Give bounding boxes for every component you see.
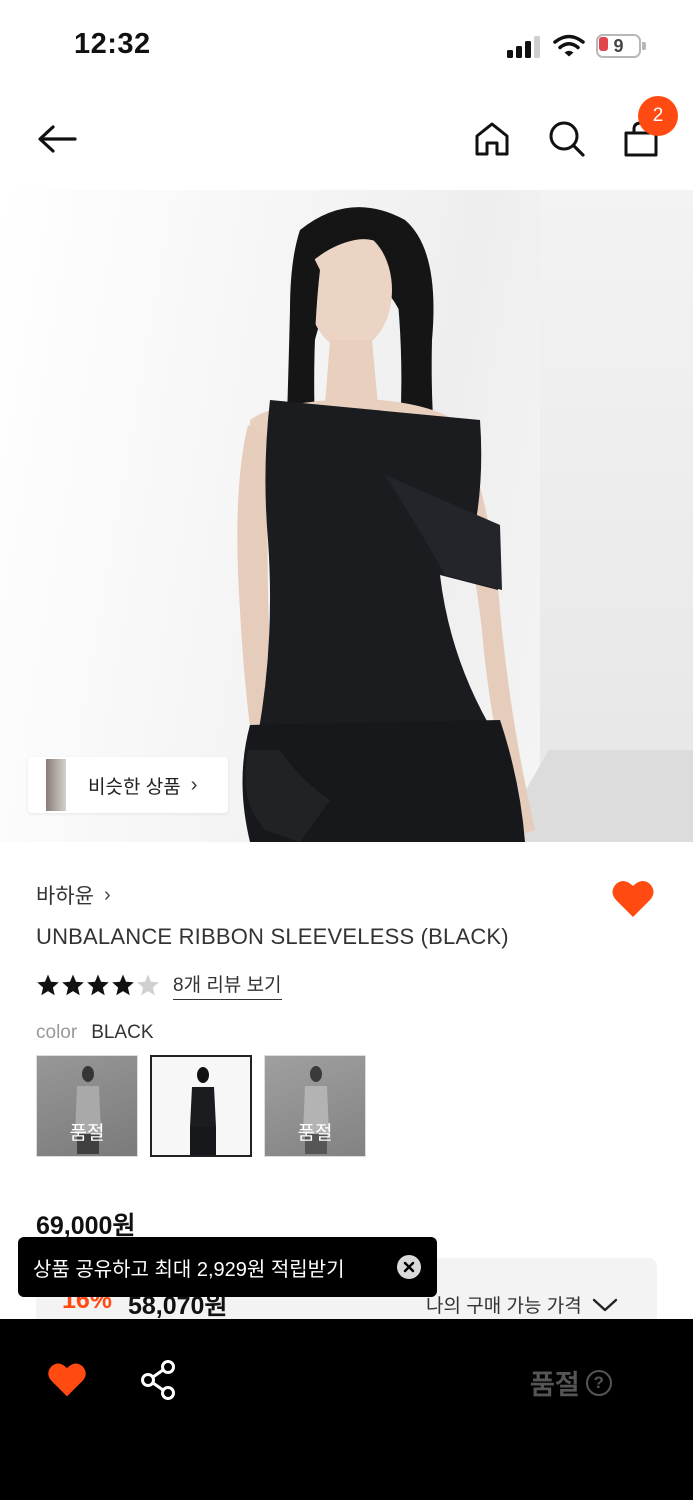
- star-filled-icon: [37, 974, 59, 996]
- color-swatches: 품절 품절: [36, 1055, 366, 1157]
- bottom-action-bar: 품절 ?: [0, 1319, 693, 1500]
- star-filled-icon: [87, 974, 109, 996]
- chevron-right-icon: ›: [190, 773, 198, 796]
- star-filled-icon: [62, 974, 84, 996]
- star-filled-icon: [112, 974, 134, 996]
- share-reward-toast: 상품 공유하고 최대 2,929원 적립받기: [18, 1237, 437, 1297]
- toast-close-button[interactable]: [397, 1255, 421, 1279]
- product-name: UNBALANCE RIBBON SLEEVELESS (BLACK): [36, 924, 509, 949]
- close-icon: [403, 1261, 415, 1273]
- search-icon: [549, 121, 585, 157]
- share-icon: [141, 1360, 175, 1400]
- heart-icon: [612, 880, 654, 917]
- star-empty-icon: [137, 974, 159, 996]
- soldout-label: 품절: [297, 1123, 333, 1144]
- similar-products-button[interactable]: 비슷한 상품 ›: [28, 757, 228, 813]
- heart-icon: [48, 1363, 86, 1397]
- color-value: BLACK: [91, 1022, 154, 1043]
- soldout-button[interactable]: 품절 ?: [530, 1363, 612, 1402]
- status-bar: 12:32 9: [0, 0, 693, 90]
- wishlist-button[interactable]: [610, 876, 656, 922]
- color-swatch[interactable]: 품절: [36, 1055, 138, 1157]
- soldout-label: 품절: [69, 1123, 105, 1144]
- brand-link[interactable]: 바하윤 ›: [36, 880, 111, 910]
- wifi-icon: [553, 34, 585, 58]
- wishlist-bottom-button[interactable]: [46, 1359, 88, 1401]
- home-icon: [475, 122, 509, 156]
- share-button[interactable]: [138, 1359, 180, 1401]
- review-link[interactable]: 8개 리뷰 보기: [173, 970, 282, 1000]
- color-swatch-selected[interactable]: [150, 1055, 252, 1157]
- model-figure: [237, 207, 535, 842]
- search-button[interactable]: [542, 114, 592, 164]
- status-time: 12:32: [74, 28, 151, 60]
- chevron-down-icon: [592, 1298, 617, 1311]
- my-price-label: 나의 구매 가능 가격: [426, 1296, 582, 1317]
- color-label: color: [36, 1022, 78, 1043]
- color-row: color BLACK: [36, 1022, 154, 1044]
- top-nav: [0, 90, 693, 190]
- home-button[interactable]: [467, 114, 517, 164]
- signal-icon: [507, 36, 543, 58]
- chevron-right-icon: ›: [103, 883, 111, 906]
- similar-products-label: 비슷한 상품: [88, 776, 181, 798]
- battery-icon: 9: [596, 34, 646, 58]
- similar-thumbnail: [46, 759, 66, 811]
- cart-badge: 2: [638, 96, 678, 136]
- product-image[interactable]: [0, 190, 693, 842]
- battery-level: 9: [613, 36, 624, 56]
- back-button[interactable]: [32, 114, 82, 164]
- brand-name: 바하윤: [36, 885, 94, 908]
- color-swatch[interactable]: 품절: [264, 1055, 366, 1157]
- my-price-toggle[interactable]: 나의 구매 가능 가격: [426, 1291, 618, 1318]
- soldout-status: 품절: [530, 1370, 580, 1400]
- toast-text: 상품 공유하고 최대 2,929원 적립받기: [33, 1258, 345, 1281]
- arrow-left-icon: [38, 125, 77, 153]
- rating: 8개 리뷰 보기: [36, 970, 282, 1000]
- question-circle-icon[interactable]: ?: [585, 1369, 612, 1396]
